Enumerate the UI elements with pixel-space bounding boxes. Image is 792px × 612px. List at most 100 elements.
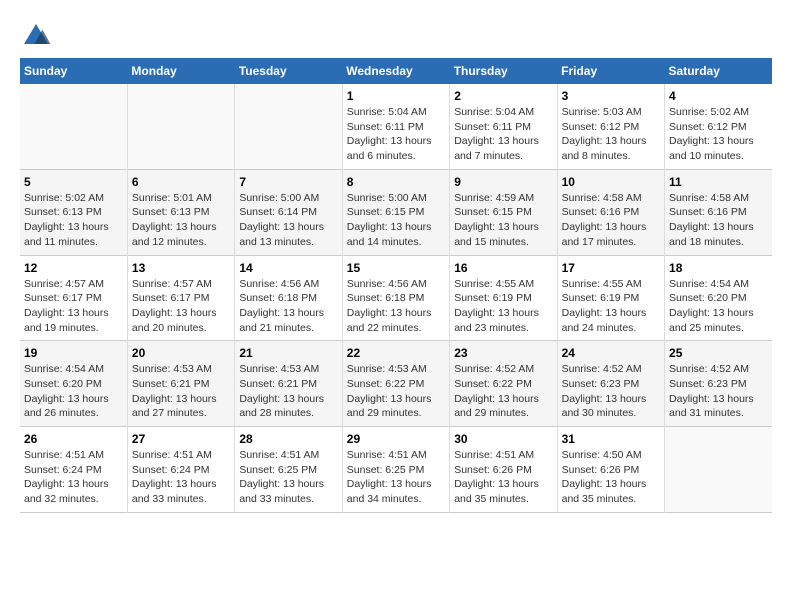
day-info: Sunrise: 4:52 AM Sunset: 6:22 PM Dayligh… xyxy=(454,362,552,421)
day-number: 30 xyxy=(454,432,552,446)
day-number: 2 xyxy=(454,89,552,103)
day-info: Sunrise: 4:51 AM Sunset: 6:26 PM Dayligh… xyxy=(454,448,552,507)
day-number: 26 xyxy=(24,432,123,446)
weekday-header-wednesday: Wednesday xyxy=(342,58,449,84)
calendar-cell: 9 Sunrise: 4:59 AM Sunset: 6:15 PM Daylig… xyxy=(450,169,557,255)
logo-icon xyxy=(20,20,52,48)
calendar-cell: 18 Sunrise: 4:54 AM Sunset: 6:20 PM Dayli… xyxy=(665,255,772,341)
calendar-cell: 17 Sunrise: 4:55 AM Sunset: 6:19 PM Dayli… xyxy=(557,255,664,341)
day-info: Sunrise: 4:58 AM Sunset: 6:16 PM Dayligh… xyxy=(562,191,660,250)
day-number: 17 xyxy=(562,261,660,275)
calendar-cell: 26 Sunrise: 4:51 AM Sunset: 6:24 PM Dayli… xyxy=(20,427,127,513)
day-info: Sunrise: 4:55 AM Sunset: 6:19 PM Dayligh… xyxy=(562,277,660,336)
day-info: Sunrise: 4:53 AM Sunset: 6:21 PM Dayligh… xyxy=(132,362,230,421)
calendar-cell: 23 Sunrise: 4:52 AM Sunset: 6:22 PM Dayli… xyxy=(450,341,557,427)
calendar-cell: 8Sunrise: 5:00 AM Sunset: 6:15 PM Daylig… xyxy=(342,169,449,255)
weekday-header-sunday: Sunday xyxy=(20,58,127,84)
calendar-cell xyxy=(665,427,772,513)
day-info: Sunrise: 4:51 AM Sunset: 6:24 PM Dayligh… xyxy=(132,448,230,507)
day-info: Sunrise: 4:53 AM Sunset: 6:22 PM Dayligh… xyxy=(347,362,445,421)
day-info: Sunrise: 5:04 AM Sunset: 6:11 PM Dayligh… xyxy=(347,105,445,164)
day-number: 19 xyxy=(24,346,123,360)
day-number: 9 xyxy=(454,175,552,189)
calendar-cell: 22 Sunrise: 4:53 AM Sunset: 6:22 PM Dayli… xyxy=(342,341,449,427)
day-number: 12 xyxy=(24,261,123,275)
calendar-week-row: 19 Sunrise: 4:54 AM Sunset: 6:20 PM Dayli… xyxy=(20,341,772,427)
weekday-header-tuesday: Tuesday xyxy=(235,58,342,84)
calendar-cell: 14Sunrise: 4:56 AM Sunset: 6:18 PM Dayli… xyxy=(235,255,342,341)
day-number: 29 xyxy=(347,432,445,446)
day-number: 31 xyxy=(562,432,660,446)
day-info: Sunrise: 4:53 AM Sunset: 6:21 PM Dayligh… xyxy=(239,362,337,421)
calendar-cell: 20 Sunrise: 4:53 AM Sunset: 6:21 PM Dayli… xyxy=(127,341,234,427)
calendar-cell xyxy=(127,84,234,169)
calendar-cell: 4 Sunrise: 5:02 AM Sunset: 6:12 PM Daylig… xyxy=(665,84,772,169)
day-info: Sunrise: 4:57 AM Sunset: 6:17 PM Dayligh… xyxy=(24,277,123,336)
calendar-week-row: 5Sunrise: 5:02 AM Sunset: 6:13 PM Daylig… xyxy=(20,169,772,255)
calendar-cell: 7 Sunrise: 5:00 AM Sunset: 6:14 PM Daylig… xyxy=(235,169,342,255)
calendar-cell: 29 Sunrise: 4:51 AM Sunset: 6:25 PM Dayli… xyxy=(342,427,449,513)
weekday-header-saturday: Saturday xyxy=(665,58,772,84)
calendar-cell: 3Sunrise: 5:03 AM Sunset: 6:12 PM Daylig… xyxy=(557,84,664,169)
calendar-cell: 27Sunrise: 4:51 AM Sunset: 6:24 PM Dayli… xyxy=(127,427,234,513)
day-number: 4 xyxy=(669,89,768,103)
day-info: Sunrise: 5:00 AM Sunset: 6:14 PM Dayligh… xyxy=(239,191,337,250)
calendar-cell: 10Sunrise: 4:58 AM Sunset: 6:16 PM Dayli… xyxy=(557,169,664,255)
calendar-cell: 1 Sunrise: 5:04 AM Sunset: 6:11 PM Daylig… xyxy=(342,84,449,169)
day-info: Sunrise: 4:51 AM Sunset: 6:25 PM Dayligh… xyxy=(347,448,445,507)
calendar-cell: 31 Sunrise: 4:50 AM Sunset: 6:26 PM Dayli… xyxy=(557,427,664,513)
day-number: 22 xyxy=(347,346,445,360)
calendar-cell: 21 Sunrise: 4:53 AM Sunset: 6:21 PM Dayli… xyxy=(235,341,342,427)
calendar-cell: 11Sunrise: 4:58 AM Sunset: 6:16 PM Dayli… xyxy=(665,169,772,255)
day-info: Sunrise: 4:50 AM Sunset: 6:26 PM Dayligh… xyxy=(562,448,660,507)
calendar-cell: 6Sunrise: 5:01 AM Sunset: 6:13 PM Daylig… xyxy=(127,169,234,255)
calendar-cell: 30 Sunrise: 4:51 AM Sunset: 6:26 PM Dayli… xyxy=(450,427,557,513)
day-number: 25 xyxy=(669,346,768,360)
calendar-cell: 16Sunrise: 4:55 AM Sunset: 6:19 PM Dayli… xyxy=(450,255,557,341)
day-info: Sunrise: 4:52 AM Sunset: 6:23 PM Dayligh… xyxy=(669,362,768,421)
day-info: Sunrise: 4:54 AM Sunset: 6:20 PM Dayligh… xyxy=(669,277,768,336)
day-number: 24 xyxy=(562,346,660,360)
calendar-cell xyxy=(20,84,127,169)
day-number: 21 xyxy=(239,346,337,360)
day-info: Sunrise: 4:59 AM Sunset: 6:15 PM Dayligh… xyxy=(454,191,552,250)
calendar-week-row: 1 Sunrise: 5:04 AM Sunset: 6:11 PM Daylig… xyxy=(20,84,772,169)
day-info: Sunrise: 4:54 AM Sunset: 6:20 PM Dayligh… xyxy=(24,362,123,421)
day-number: 7 xyxy=(239,175,337,189)
calendar-cell: 28 Sunrise: 4:51 AM Sunset: 6:25 PM Dayli… xyxy=(235,427,342,513)
calendar-week-row: 26 Sunrise: 4:51 AM Sunset: 6:24 PM Dayli… xyxy=(20,427,772,513)
calendar-cell: 2 Sunrise: 5:04 AM Sunset: 6:11 PM Daylig… xyxy=(450,84,557,169)
calendar-cell xyxy=(235,84,342,169)
day-info: Sunrise: 5:02 AM Sunset: 6:13 PM Dayligh… xyxy=(24,191,123,250)
day-info: Sunrise: 5:04 AM Sunset: 6:11 PM Dayligh… xyxy=(454,105,552,164)
day-info: Sunrise: 4:51 AM Sunset: 6:25 PM Dayligh… xyxy=(239,448,337,507)
calendar-cell: 19 Sunrise: 4:54 AM Sunset: 6:20 PM Dayli… xyxy=(20,341,127,427)
day-info: Sunrise: 4:57 AM Sunset: 6:17 PM Dayligh… xyxy=(132,277,230,336)
weekday-header-thursday: Thursday xyxy=(450,58,557,84)
calendar-cell: 12 Sunrise: 4:57 AM Sunset: 6:17 PM Dayli… xyxy=(20,255,127,341)
day-info: Sunrise: 4:51 AM Sunset: 6:24 PM Dayligh… xyxy=(24,448,123,507)
day-number: 20 xyxy=(132,346,230,360)
day-number: 28 xyxy=(239,432,337,446)
calendar-cell: 24 Sunrise: 4:52 AM Sunset: 6:23 PM Dayli… xyxy=(557,341,664,427)
day-number: 14 xyxy=(239,261,337,275)
day-info: Sunrise: 4:56 AM Sunset: 6:18 PM Dayligh… xyxy=(347,277,445,336)
calendar-cell: 15 Sunrise: 4:56 AM Sunset: 6:18 PM Dayli… xyxy=(342,255,449,341)
day-number: 3 xyxy=(562,89,660,103)
calendar-cell: 5Sunrise: 5:02 AM Sunset: 6:13 PM Daylig… xyxy=(20,169,127,255)
day-info: Sunrise: 4:52 AM Sunset: 6:23 PM Dayligh… xyxy=(562,362,660,421)
day-number: 23 xyxy=(454,346,552,360)
calendar-week-row: 12 Sunrise: 4:57 AM Sunset: 6:17 PM Dayli… xyxy=(20,255,772,341)
day-number: 18 xyxy=(669,261,768,275)
day-info: Sunrise: 5:02 AM Sunset: 6:12 PM Dayligh… xyxy=(669,105,768,164)
page-header xyxy=(20,20,772,48)
day-info: Sunrise: 4:58 AM Sunset: 6:16 PM Dayligh… xyxy=(669,191,768,250)
day-number: 15 xyxy=(347,261,445,275)
day-number: 1 xyxy=(347,89,445,103)
day-number: 13 xyxy=(132,261,230,275)
calendar-cell: 25 Sunrise: 4:52 AM Sunset: 6:23 PM Dayli… xyxy=(665,341,772,427)
weekday-header-friday: Friday xyxy=(557,58,664,84)
day-number: 16 xyxy=(454,261,552,275)
weekday-header-monday: Monday xyxy=(127,58,234,84)
calendar-cell: 13 Sunrise: 4:57 AM Sunset: 6:17 PM Dayli… xyxy=(127,255,234,341)
